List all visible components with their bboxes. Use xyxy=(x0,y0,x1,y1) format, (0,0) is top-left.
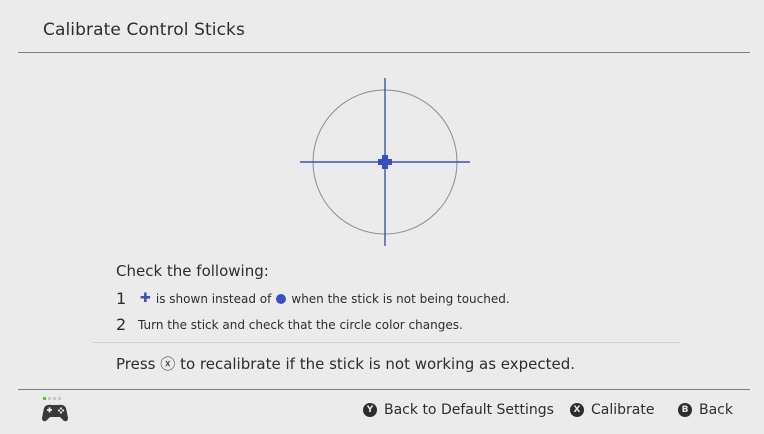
recalibrate-hint-b: to recalibrate if the stick is not worki… xyxy=(180,355,576,373)
calibrate-button[interactable]: X Calibrate xyxy=(570,402,654,418)
back-to-default-settings-button[interactable]: Y Back to Default Settings xyxy=(363,402,554,418)
recalibrate-hint-a: Press xyxy=(116,355,156,373)
dot-icon xyxy=(276,293,287,304)
step-2-text: Turn the stick and check that the circle… xyxy=(138,317,463,332)
instruction-step-2: 2 Turn the stick and check that the circ… xyxy=(116,315,463,334)
instructions-heading: Check the following: xyxy=(116,262,269,280)
instruction-step-1: 1 ✚ is shown instead of when the stick i… xyxy=(116,289,510,308)
back-button[interactable]: B Back xyxy=(678,402,733,418)
y-button-icon: Y xyxy=(363,403,377,417)
stick-calibration-diagram xyxy=(300,78,470,246)
step-1-text-b: when the stick is not being touched. xyxy=(291,291,510,306)
header-divider xyxy=(18,52,750,53)
x-button-icon: X xyxy=(570,403,584,417)
b-button-icon: B xyxy=(678,403,692,417)
step-number: 1 xyxy=(116,289,127,308)
step-1-text-a: is shown instead of xyxy=(155,291,272,306)
recalibrate-hint: Press ⓧ to recalibrate if the stick is n… xyxy=(116,353,575,374)
back-to-default-settings-label: Back to Default Settings xyxy=(384,402,554,418)
page-title: Calibrate Control Sticks xyxy=(43,20,245,40)
section-divider xyxy=(92,342,680,343)
footer-divider xyxy=(18,389,750,390)
x-button-symbol-icon: ⓧ xyxy=(160,355,176,373)
back-label: Back xyxy=(699,402,733,418)
stick-position-plus-icon xyxy=(378,155,392,169)
plus-icon: ✚ xyxy=(140,291,151,306)
header: Calibrate Control Sticks xyxy=(0,0,764,52)
step-number: 2 xyxy=(116,315,127,334)
calibrate-label: Calibrate xyxy=(591,402,655,418)
controller-icon xyxy=(42,397,68,422)
